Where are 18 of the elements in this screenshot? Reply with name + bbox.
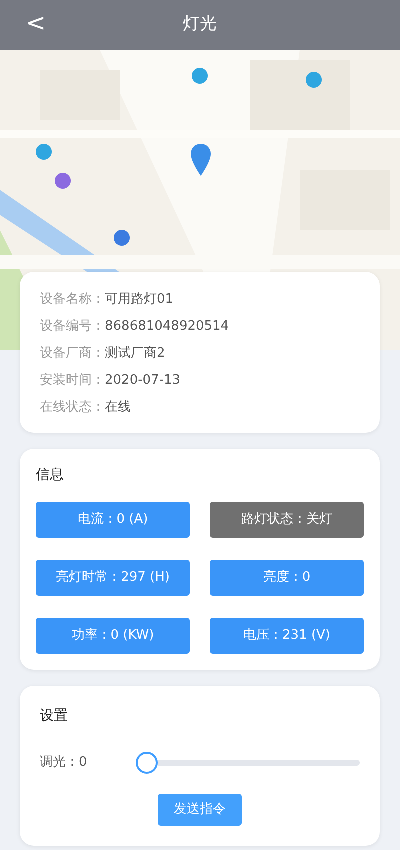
status-button[interactable]: 电压：231 (V) [210,618,364,654]
page-title: 灯光 [183,13,217,36]
slider-thumb[interactable] [136,752,158,774]
device-field: 设备名称：可用路灯01 [40,286,360,313]
send-button[interactable]: 发送指令 [158,794,242,826]
status-button[interactable]: 功率：0 (KW) [36,618,190,654]
device-field: 在线状态：在线 [40,394,360,421]
device-field: 设备厂商：测试厂商2 [40,340,360,367]
status-button[interactable]: 亮灯时常：297 (H) [36,560,190,596]
device-field: 安装时间：2020-07-13 [40,367,360,394]
status-button[interactable]: 电流：0 (A) [36,502,190,538]
back-button[interactable]: < [22,8,50,38]
status-button[interactable]: 亮度：0 [210,560,364,596]
dimmer-label: 调光：0 [40,754,88,772]
status-button[interactable]: 路灯状态：关灯 [210,502,364,538]
section-title: 设置 [40,707,69,726]
device-field: 设备编号：868681048920514 [40,313,360,340]
section-title: 信息 [36,466,65,485]
